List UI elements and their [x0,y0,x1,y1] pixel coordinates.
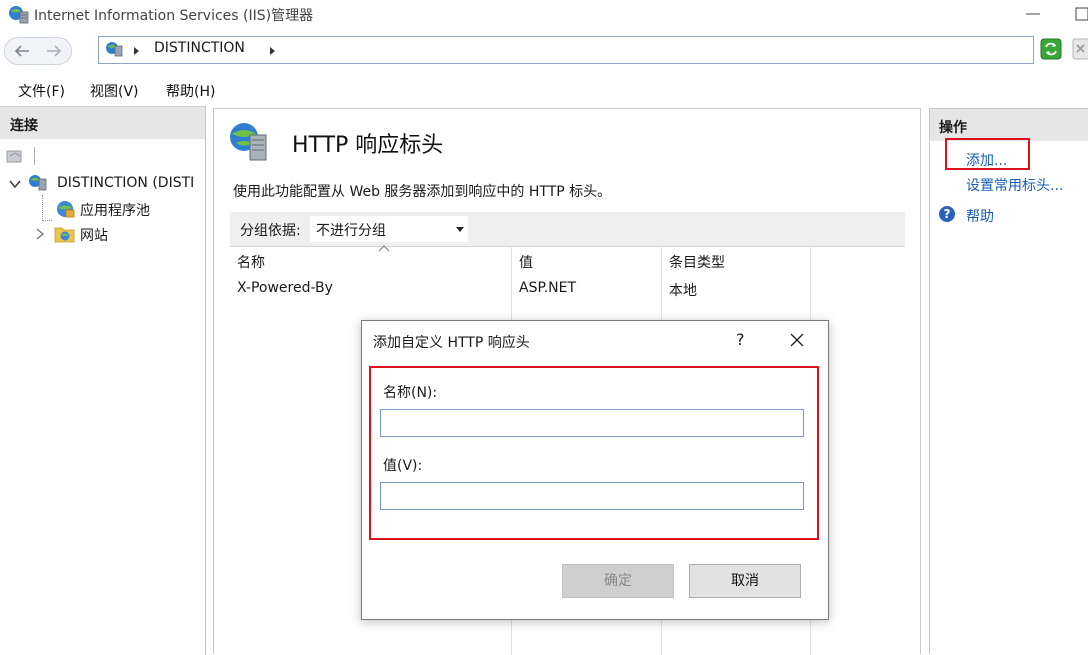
group-by-label: 分组依据: [240,223,301,239]
page-description: 使用此功能配置从 Web 服务器添加到响应中的 HTTP 标头。 [233,184,612,200]
dialog-help-button[interactable]: ? [736,330,745,349]
address-box[interactable]: DISTINCTION [98,36,1034,64]
address-bar: DISTINCTION [0,33,1088,71]
maximize-button[interactable] [1070,2,1088,26]
close-icon[interactable] [790,333,804,347]
action-set-common-headers-link[interactable]: 设置常用标头... [966,175,1063,195]
breadcrumb-arrow-icon[interactable] [269,46,277,56]
iis-app-icon [8,5,30,25]
list-header: 名称 值 条目类型 [230,246,905,274]
tree-item-sites[interactable]: 网站 [80,225,108,245]
breadcrumb-arrow-icon[interactable] [133,46,141,56]
tree-line [42,195,44,221]
column-header-value[interactable]: 值 [519,252,533,272]
group-by-bar: 分组依据: 不进行分组 [230,212,905,247]
forward-button[interactable] [43,41,65,61]
toolbar-divider [34,147,35,165]
highlight-add-box [945,138,1030,170]
connections-header: 连接 [0,107,205,139]
help-icon: ? [938,205,956,223]
connections-pane: 连接 DISTINCTION (DISTI 应用程序池 网站 [0,106,206,655]
table-row[interactable]: X-Powered-By ASP.NET 本地 [230,276,905,302]
action-help-link[interactable]: 帮助 [966,206,994,226]
title-bar: Internet Information Services (IIS)管理器 [0,0,1088,30]
column-header-name[interactable]: 名称 [237,252,265,272]
caret-down-icon [456,227,464,232]
ok-button[interactable]: 确定 [562,564,674,598]
server-icon [28,173,50,193]
server-icon [105,40,125,60]
refresh-button[interactable] [1040,38,1064,62]
svg-text:?: ? [944,207,951,221]
chevron-right-icon[interactable] [35,228,45,240]
actions-header: 操作 [930,109,1088,141]
tree-item-server[interactable]: DISTINCTION (DISTI [57,175,203,191]
group-by-value: 不进行分组 [316,223,386,239]
http-headers-icon [228,121,270,163]
dialog-title: 添加自定义 HTTP 响应头 [373,335,530,351]
tree-line [42,220,52,222]
navigation-buttons [4,37,72,65]
menu-help[interactable]: 帮助(H) [166,81,215,101]
cancel-button[interactable]: 取消 [689,564,801,598]
window-title: Internet Information Services (IIS)管理器 [34,8,314,24]
menu-file[interactable]: 文件(F) [18,81,65,101]
page-title: HTTP 响应标头 [292,133,444,158]
sites-icon [54,224,76,244]
minimize-button[interactable] [1020,2,1046,26]
connect-icon[interactable] [6,147,26,165]
stop-button[interactable] [1072,38,1088,62]
chevron-down-icon[interactable] [9,179,21,189]
cell-name: X-Powered-By [237,280,333,296]
app-pool-icon [54,199,76,219]
actions-pane: 操作 添加... 设置常用标头... ? 帮助 [929,108,1088,654]
cell-value: ASP.NET [519,280,577,296]
menu-bar: 文件(F) 视图(V) 帮助(H) [0,76,1088,104]
menu-view[interactable]: 视图(V) [90,81,139,101]
cell-type: 本地 [669,283,697,299]
tree-item-app-pools[interactable]: 应用程序池 [80,200,150,220]
column-header-type[interactable]: 条目类型 [669,252,725,272]
breadcrumb-server[interactable]: DISTINCTION [154,40,245,56]
group-by-select[interactable]: 不进行分组 [310,216,468,242]
highlight-fields-box [369,366,819,540]
back-button[interactable] [11,41,33,61]
